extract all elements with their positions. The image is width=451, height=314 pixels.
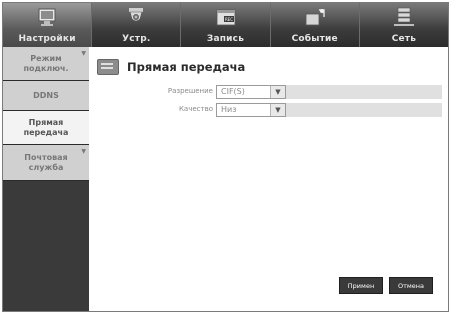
field-label: Качество [178,105,213,113]
cancel-button[interactable]: Отмена [389,277,433,294]
select-value: Низ [221,105,237,114]
tab-label: Настройки [18,34,76,44]
resolution-select[interactable]: CIF(S) ▼ [216,85,286,99]
sidebar-item-mail-service[interactable]: ▼ Почтовая служба [3,145,89,181]
svg-text:REC: REC [224,17,232,22]
tab-label: Устр. [122,34,151,44]
tab-device[interactable]: Устр. [92,3,182,47]
camera-icon [129,8,144,22]
network-icon [393,7,414,26]
apply-button[interactable]: Примен [339,277,383,294]
sidebar-item-live-stream[interactable]: Прямая передача [3,111,89,145]
panel-header-icon [97,59,119,75]
sidebar-item-label: Режим подключ. [23,53,69,73]
tab-network[interactable]: Сеть [359,3,449,47]
submenu-marker-icon: ▼ [81,148,86,155]
tab-record[interactable]: REC Запись [181,3,271,47]
tab-label: Запись [206,34,245,44]
page-title: Прямая передача [127,60,246,74]
sidebar-item-label: DDNS [33,90,59,100]
chevron-down-icon: ▼ [270,104,285,116]
tab-label: Событие [291,34,338,44]
monitor-icon [38,8,56,26]
tab-settings[interactable]: Настройки [3,3,93,47]
resolution-row: Разрешение CIF(S) ▼ [89,85,448,99]
quality-select[interactable]: Низ ▼ [216,103,286,117]
top-tab-bar: Настройки Устр. REC Запись Событие Сеть [3,3,449,47]
submenu-marker-icon: ▼ [81,50,86,57]
event-icon [305,9,325,26]
sidebar-item-label: Почтовая служба [24,152,68,172]
quality-row: Качество Низ ▼ [89,103,448,117]
tab-label: Сеть [391,34,417,44]
sidebar-item-connection-mode[interactable]: ▼ Режим подключ. [3,47,89,81]
field-label: Разрешение [167,87,213,95]
content-panel: Прямая передача Разрешение CIF(S) ▼ Каче… [89,47,448,311]
sidebar-item-ddns[interactable]: DDNS [3,81,89,111]
sidebar: ▼ Режим подключ. DDNS Прямая передача ▼ … [3,47,89,311]
sidebar-item-label: Прямая передача [23,117,69,137]
tab-event[interactable]: Событие [270,3,360,47]
rec-icon: REC [216,9,235,26]
select-value: CIF(S) [221,87,245,96]
chevron-down-icon: ▼ [270,86,285,98]
